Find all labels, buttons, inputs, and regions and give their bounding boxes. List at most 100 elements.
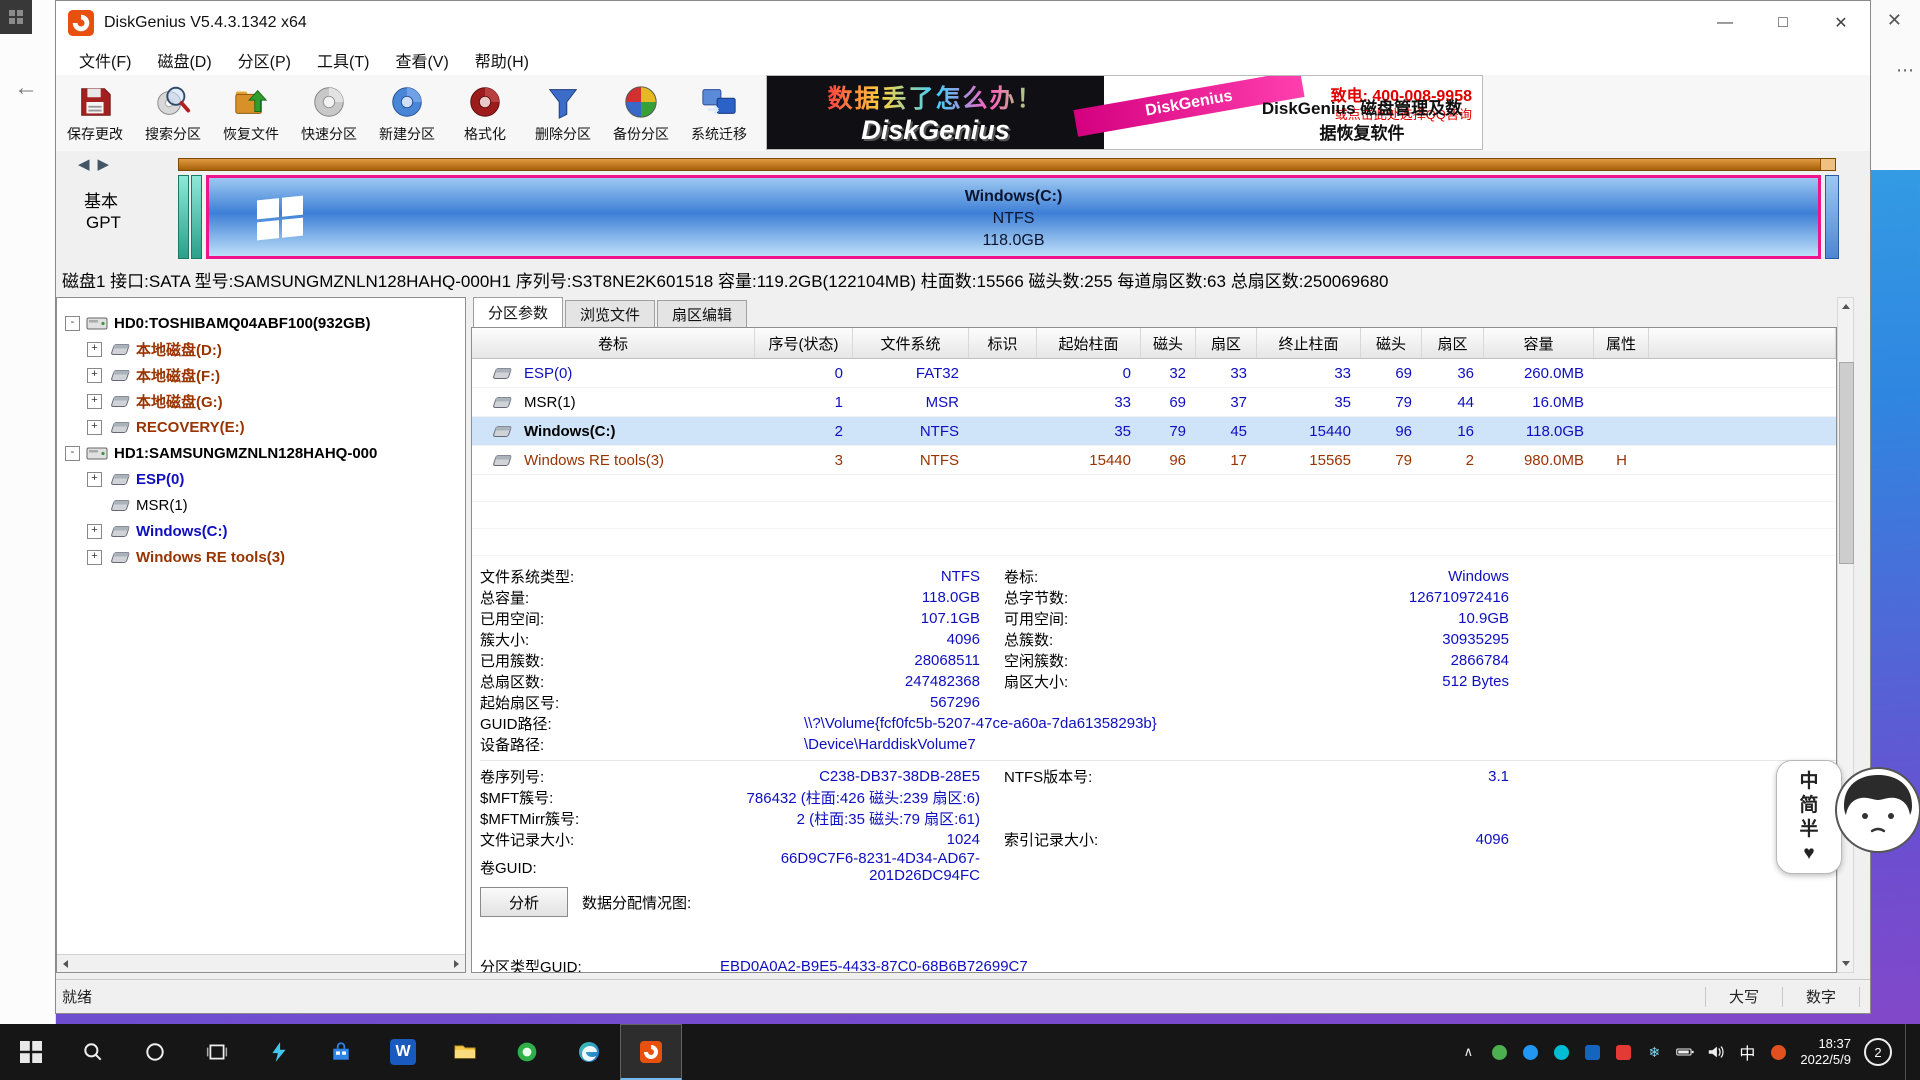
col-attribute[interactable]: 属性 bbox=[1594, 328, 1649, 358]
back-arrow-icon[interactable]: ← bbox=[14, 74, 38, 102]
quick-partition-button[interactable]: 快速分区 bbox=[290, 75, 368, 151]
tray-teal-app-icon[interactable] bbox=[1552, 1043, 1570, 1061]
ime-mode-panel[interactable]: 中 简 半 ♥ bbox=[1776, 760, 1842, 874]
col-head[interactable]: 磁头 bbox=[1141, 328, 1196, 358]
expand-icon[interactable]: + bbox=[87, 524, 102, 539]
system-migration-button[interactable]: 系统迁移 bbox=[680, 75, 758, 151]
pinned-app-edge[interactable] bbox=[558, 1024, 620, 1080]
taskbar-clock[interactable]: 18:37 2022/5/9 bbox=[1800, 1036, 1851, 1068]
collapse-icon[interactable]: - bbox=[65, 446, 80, 461]
recover-files-button[interactable]: 恢复文件 bbox=[212, 75, 290, 151]
collapse-icon[interactable]: - bbox=[65, 316, 80, 331]
col-flag[interactable]: 标识 bbox=[969, 328, 1037, 358]
backup-partition-button[interactable]: 备份分区 bbox=[602, 75, 680, 151]
delete-partition-button[interactable]: 删除分区 bbox=[524, 75, 602, 151]
tree-item-windows-re[interactable]: + Windows RE tools(3) bbox=[57, 544, 465, 570]
scroll-right-arrow-icon[interactable] bbox=[448, 955, 465, 972]
taskbar-search-button[interactable] bbox=[62, 1024, 124, 1080]
maximize-button[interactable]: □ bbox=[1754, 1, 1812, 45]
partition-row-msr[interactable]: MSR(1) 1 MSR 33 69 37 35 79 44 16.0MB bbox=[472, 388, 1836, 417]
format-button[interactable]: 格式化 bbox=[446, 75, 524, 151]
scrollbar-thumb[interactable] bbox=[1839, 362, 1854, 564]
expand-icon[interactable]: + bbox=[87, 550, 102, 565]
ime-language-indicator[interactable]: 中 bbox=[1738, 1043, 1756, 1061]
scroll-left-arrow-icon[interactable] bbox=[57, 955, 74, 972]
pinned-app-store[interactable] bbox=[310, 1024, 372, 1080]
save-changes-button[interactable]: 保存更改 bbox=[56, 75, 134, 151]
col-capacity[interactable]: 容量 bbox=[1484, 328, 1594, 358]
tree-item-hd0[interactable]: - HD0:TOSHIBAMQ04ABF100(932GB) bbox=[57, 310, 465, 336]
minimize-button[interactable]: — bbox=[1696, 1, 1754, 45]
taskbar-app-diskgenius-active[interactable] bbox=[620, 1024, 682, 1080]
pinned-app-file-explorer[interactable] bbox=[434, 1024, 496, 1080]
tree-item-esp[interactable]: + ESP(0) bbox=[57, 466, 465, 492]
notification-badge[interactable]: 2 bbox=[1864, 1038, 1892, 1066]
tree-item-hd1[interactable]: - HD1:SAMSUNGMZNLN128HAHQ-000 bbox=[57, 440, 465, 466]
tab-partition-parameters[interactable]: 分区参数 bbox=[473, 297, 563, 327]
prev-disk-arrow[interactable]: ◀ bbox=[78, 155, 90, 173]
col-sector2[interactable]: 扇区 bbox=[1422, 328, 1484, 358]
tree-item-recovery-e[interactable]: + RECOVERY(E:) bbox=[57, 414, 465, 440]
snowflake-tray-icon[interactable]: ❄ bbox=[1645, 1043, 1663, 1061]
tray-antivirus-icon[interactable] bbox=[1490, 1043, 1508, 1061]
menu-tools[interactable]: 工具(T) bbox=[304, 48, 382, 72]
expand-icon[interactable]: + bbox=[87, 342, 102, 357]
analyze-button[interactable]: 分析 bbox=[480, 887, 568, 917]
expand-icon[interactable]: + bbox=[87, 420, 102, 435]
new-partition-button[interactable]: 新建分区 bbox=[368, 75, 446, 151]
tray-blue-square-icon[interactable] bbox=[1583, 1043, 1601, 1061]
expand-icon[interactable]: + bbox=[87, 394, 102, 409]
partition-row-windows-selected[interactable]: Windows(C:) 2 NTFS 35 79 45 15440 96 16 … bbox=[472, 417, 1836, 446]
windows-partition-segment[interactable]: Windows(C:) NTFS 118.0GB bbox=[206, 175, 1821, 259]
disk-strip[interactable] bbox=[178, 158, 1836, 171]
tray-red-round-icon[interactable] bbox=[1769, 1043, 1787, 1061]
show-desktop-button[interactable] bbox=[1905, 1024, 1912, 1080]
search-partition-button[interactable]: 搜索分区 bbox=[134, 75, 212, 151]
recovery-partition-segment[interactable] bbox=[1825, 175, 1839, 259]
menu-file[interactable]: 文件(F) bbox=[66, 48, 144, 72]
col-end-cylinder[interactable]: 终止柱面 bbox=[1257, 328, 1361, 358]
start-button[interactable] bbox=[0, 1024, 62, 1080]
background-more-icon[interactable]: ⋯ bbox=[1896, 60, 1914, 81]
tray-blue-app-icon[interactable] bbox=[1521, 1043, 1539, 1061]
menu-view[interactable]: 查看(V) bbox=[382, 48, 461, 72]
pinned-app-word[interactable]: W bbox=[372, 1024, 434, 1080]
tree-item-local-g[interactable]: + 本地磁盘(G:) bbox=[57, 388, 465, 414]
expand-icon[interactable]: + bbox=[87, 472, 102, 487]
close-button[interactable]: ✕ bbox=[1812, 1, 1870, 45]
msr-partition-segment[interactable] bbox=[191, 175, 202, 259]
menu-disk[interactable]: 磁盘(D) bbox=[144, 48, 224, 72]
scroll-up-arrow-icon[interactable] bbox=[1838, 298, 1853, 315]
tree-item-local-d[interactable]: + 本地磁盘(D:) bbox=[57, 336, 465, 362]
col-sector[interactable]: 扇区 bbox=[1196, 328, 1257, 358]
assistant-avatar[interactable] bbox=[1834, 766, 1920, 854]
pinned-app-green-browser[interactable] bbox=[496, 1024, 558, 1080]
col-start-cylinder[interactable]: 起始柱面 bbox=[1037, 328, 1141, 358]
expand-icon[interactable]: + bbox=[87, 368, 102, 383]
scroll-down-arrow-icon[interactable] bbox=[1838, 955, 1853, 972]
tree-horizontal-scrollbar[interactable] bbox=[57, 954, 465, 972]
pinned-app-lightning[interactable] bbox=[248, 1024, 310, 1080]
cortana-button[interactable] bbox=[124, 1024, 186, 1080]
col-filesystem[interactable]: 文件系统 bbox=[853, 328, 969, 358]
tree-item-local-f[interactable]: + 本地磁盘(F:) bbox=[57, 362, 465, 388]
tree-item-msr[interactable]: MSR(1) bbox=[57, 492, 465, 518]
menu-help[interactable]: 帮助(H) bbox=[462, 48, 542, 72]
battery-icon[interactable] bbox=[1676, 1043, 1694, 1061]
esp-partition-segment[interactable] bbox=[178, 175, 189, 259]
partition-row-esp[interactable]: ESP(0) 0 FAT32 0 32 33 33 69 36 260.0MB bbox=[472, 359, 1836, 388]
background-close-icon[interactable]: ✕ bbox=[1887, 10, 1902, 31]
tab-browse-files[interactable]: 浏览文件 bbox=[565, 300, 655, 327]
volume-icon[interactable] bbox=[1707, 1043, 1725, 1061]
menu-partition[interactable]: 分区(P) bbox=[225, 48, 304, 72]
task-view-button[interactable] bbox=[186, 1024, 248, 1080]
tray-red-app-icon[interactable] bbox=[1614, 1043, 1632, 1061]
chevron-up-icon[interactable]: ∧ bbox=[1459, 1043, 1477, 1061]
ad-banner[interactable]: 数据丢了怎么办！ DiskGenius DiskGenius 致电: 400-0… bbox=[766, 75, 1483, 150]
col-volume-label[interactable]: 卷标 bbox=[472, 328, 755, 358]
col-index-status[interactable]: 序号(状态) bbox=[755, 328, 853, 358]
vertical-scrollbar[interactable] bbox=[1837, 297, 1854, 973]
next-disk-arrow[interactable]: ▶ bbox=[98, 155, 110, 173]
partition-row-windows-re[interactable]: Windows RE tools(3) 3 NTFS 15440 96 17 1… bbox=[472, 446, 1836, 475]
tree-item-windows-c[interactable]: + Windows(C:) bbox=[57, 518, 465, 544]
